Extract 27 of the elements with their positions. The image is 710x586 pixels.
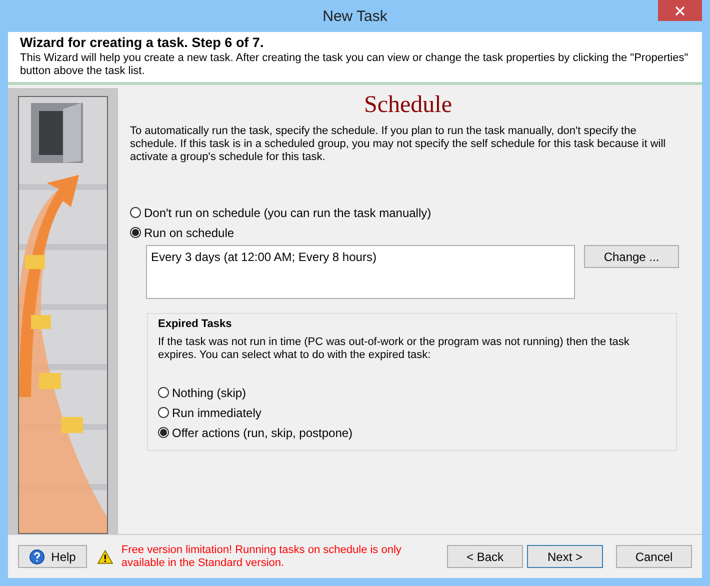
- radio-option[interactable]: Nothing (skip): [158, 383, 246, 402]
- group-description: If the task was not run in time (PC was out-of-work or the program was not running) then the task expires. You can select what to do with the expired task:: [158, 336, 630, 362]
- wizard-button[interactable]: < Back: [447, 545, 523, 568]
- change-button[interactable]: Change ...: [584, 245, 679, 268]
- close-icon: [675, 6, 685, 16]
- radio-button[interactable]: [158, 427, 169, 438]
- wizard-button[interactable]: Cancel: [616, 545, 692, 568]
- schedule-field[interactable]: Every 3 days (at 12:00 AM; Every 8 hours): [146, 245, 575, 299]
- wizard-description: This Wizard will help you create a new task. After creating the task you can view or change the task properties by clicking the "Properties" button above the task list.: [20, 52, 690, 78]
- radio-option[interactable]: Run immediately: [158, 403, 262, 422]
- radio-button[interactable]: [158, 387, 169, 398]
- radio-option[interactable]: Run on schedule: [130, 223, 234, 242]
- intro-text: To automatically run the task, specify the schedule. If you plan to run the task manually, don't specify the schedule. If this task is in a scheduled group, you may not specify the self schedule for this task because it will activate a group's schedule for this task.: [130, 125, 667, 164]
- radio-option[interactable]: Offer actions (run, skip, postpone): [158, 423, 353, 442]
- page-heading: Schedule: [363, 92, 453, 119]
- radio-button[interactable]: [130, 227, 141, 238]
- wizard-title: Wizard for creating a task. Step 6 of 7.: [20, 35, 265, 50]
- radio-option[interactable]: Don't run on schedule (you can run the task manually): [130, 203, 432, 222]
- help-button[interactable]: Help: [18, 545, 87, 568]
- window-title: New Task: [322, 8, 388, 24]
- warning-text: Free version limitation! Running tasks on schedule is only available in the Standard version.: [121, 544, 402, 570]
- radio-button[interactable]: [158, 407, 169, 418]
- radio-button[interactable]: [130, 207, 141, 218]
- wizard-button[interactable]: Next >: [527, 545, 603, 568]
- close-button[interactable]: [658, 0, 702, 21]
- help-icon: [29, 548, 46, 564]
- warning-icon: [97, 548, 114, 564]
